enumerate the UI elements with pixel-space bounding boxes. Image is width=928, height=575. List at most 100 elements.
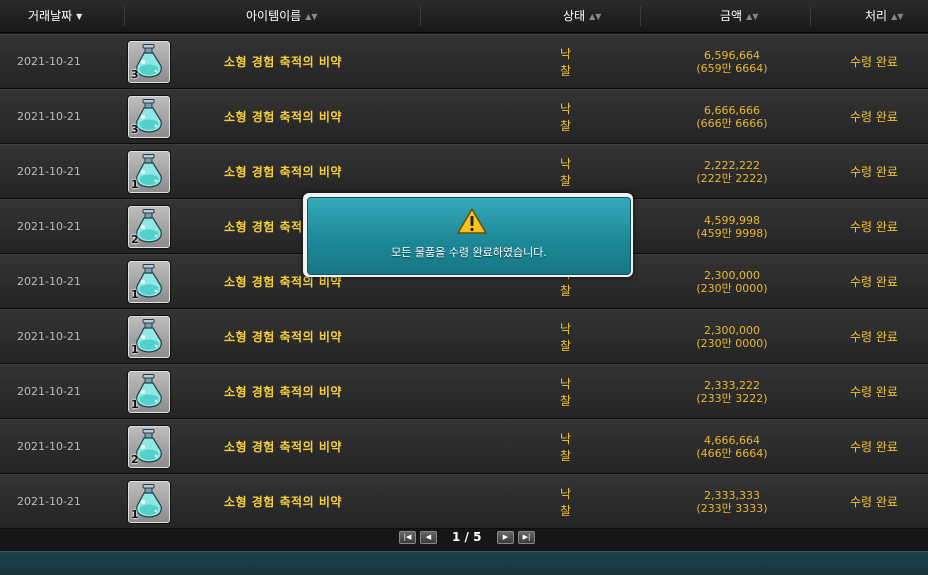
footer-bar (0, 551, 928, 575)
item-name[interactable]: 소형 경험 축적의 비약 (224, 420, 342, 473)
item-name[interactable]: 소형 경험 축적의 비약 (224, 90, 342, 143)
next-page-button[interactable]: ▶ (497, 531, 514, 544)
item-quantity: 1 (131, 508, 139, 521)
process-status: 수령 완료 (850, 385, 898, 399)
amount-cell: 6,666,666 (666만 6666) (672, 90, 792, 143)
amount-korean: (466만 6664) (696, 446, 768, 460)
process-status: 수령 완료 (850, 55, 898, 69)
amount-value: 2,333,333 (704, 488, 760, 502)
header-divider (124, 6, 125, 26)
sort-arrows-icon[interactable]: ▲▼ (305, 1, 317, 33)
item-name[interactable]: 소형 경험 축적의 비약 (224, 475, 342, 528)
header-divider (810, 6, 811, 26)
col-status-header[interactable]: 상태 ▲▼ (563, 0, 601, 32)
item-name[interactable]: 소형 경험 축적의 비약 (224, 35, 342, 88)
amount-value: 2,300,000 (704, 268, 760, 282)
sort-arrows-icon[interactable]: ▲▼ (891, 1, 903, 33)
amount-korean: (459만 9998) (696, 226, 768, 240)
row-date: 2021-10-21 (17, 330, 81, 343)
item-slot[interactable]: 2 (128, 206, 170, 248)
amount-value: 2,222,222 (704, 158, 760, 172)
process-status: 수령 완료 (850, 330, 898, 344)
notice-dialog[interactable]: 모든 물품을 수령 완료하였습니다. (303, 193, 633, 277)
warning-triangle-icon (457, 208, 487, 234)
item-slot[interactable]: 1 (128, 316, 170, 358)
table-row: 2021-10-21 3 소형 경험 축적의 비약 낙찰 6,596,664 (… (0, 34, 928, 89)
sort-desc-icon[interactable]: ▼ (76, 1, 82, 33)
status-text: 낙찰 (560, 101, 572, 133)
status-text: 낙찰 (560, 376, 572, 408)
page-indicator: 1 / 5 (452, 530, 482, 544)
notice-dialog-body: 모든 물품을 수령 완료하였습니다. (307, 197, 631, 275)
col-date-header[interactable]: 거래날짜 ▼ (28, 0, 82, 32)
col-item-header[interactable]: 아이템이름 ▲▼ (246, 0, 318, 32)
prev-page-button[interactable]: ◀ (420, 531, 437, 544)
item-name[interactable]: 소형 경험 축적의 비약 (224, 365, 342, 418)
row-date: 2021-10-21 (17, 385, 81, 398)
table-row: 2021-10-21 1 소형 경험 축적의 비약 낙찰 2,300,000 (… (0, 309, 928, 364)
amount-cell: 2,222,222 (222만 2222) (672, 145, 792, 198)
sort-arrows-icon[interactable]: ▲▼ (746, 1, 758, 33)
item-name[interactable]: 소형 경험 축적의 비약 (224, 145, 342, 198)
amount-cell: 2,333,333 (233만 3333) (672, 475, 792, 528)
pagination: |◀ ◀ 1 / 5 ▶ ▶| (0, 527, 928, 549)
item-quantity: 1 (131, 288, 139, 301)
item-quantity: 1 (131, 343, 139, 356)
amount-korean: (230만 0000) (696, 336, 768, 350)
item-quantity: 2 (131, 233, 139, 246)
amount-korean: (222만 2222) (696, 171, 768, 185)
row-date: 2021-10-21 (17, 275, 81, 288)
process-status: 수령 완료 (850, 495, 898, 509)
amount-value: 6,666,666 (704, 103, 760, 117)
col-process-header[interactable]: 처리 ▲▼ (865, 0, 903, 32)
process-status: 수령 완료 (850, 110, 898, 124)
item-slot[interactable]: 3 (128, 41, 170, 83)
amount-korean: (233만 3333) (696, 501, 768, 515)
process-status: 수령 완료 (850, 440, 898, 454)
amount-cell: 6,596,664 (659만 6664) (672, 35, 792, 88)
row-date: 2021-10-21 (17, 110, 81, 123)
amount-korean: (659만 6664) (696, 61, 768, 75)
table-row: 2021-10-21 1 소형 경험 축적의 비약 낙찰 2,222,222 (… (0, 144, 928, 199)
table-row: 2021-10-21 1 소형 경험 축적의 비약 낙찰 2,333,333 (… (0, 474, 928, 529)
amount-korean: (666만 6666) (696, 116, 768, 130)
item-slot[interactable]: 1 (128, 371, 170, 413)
table-header: 거래날짜 ▼ 아이템이름 ▲▼ 상태 ▲▼ 금액 ▲▼ 처리 ▲▼ (0, 0, 928, 33)
amount-cell: 4,599,998 (459만 9998) (672, 200, 792, 253)
amount-cell: 2,300,000 (230만 0000) (672, 310, 792, 363)
row-date: 2021-10-21 (17, 220, 81, 233)
amount-value: 2,333,222 (704, 378, 760, 392)
amount-korean: (233만 3222) (696, 391, 768, 405)
notice-message: 모든 물품을 수령 완료하였습니다. (391, 246, 547, 259)
item-slot[interactable]: 3 (128, 96, 170, 138)
status-text: 낙찰 (560, 156, 572, 188)
last-page-button[interactable]: ▶| (518, 531, 535, 544)
amount-cell: 2,300,000 (230만 0000) (672, 255, 792, 308)
item-slot[interactable]: 2 (128, 426, 170, 468)
item-slot[interactable]: 1 (128, 261, 170, 303)
table-row: 2021-10-21 2 소형 경험 축적의 비약 낙찰 4,666,664 (… (0, 419, 928, 474)
process-status: 수령 완료 (850, 165, 898, 179)
first-page-button[interactable]: |◀ (399, 531, 416, 544)
item-slot[interactable]: 1 (128, 151, 170, 193)
process-status: 수령 완료 (850, 275, 898, 289)
item-quantity: 3 (131, 123, 139, 136)
item-quantity: 1 (131, 178, 139, 191)
item-slot[interactable]: 1 (128, 481, 170, 523)
col-amount-header[interactable]: 금액 ▲▼ (720, 0, 758, 32)
sort-arrows-icon[interactable]: ▲▼ (589, 1, 601, 33)
header-divider (640, 6, 641, 26)
table-row: 2021-10-21 1 소형 경험 축적의 비약 낙찰 2,333,222 (… (0, 364, 928, 419)
status-text: 낙찰 (560, 46, 572, 78)
header-divider (420, 6, 421, 26)
row-date: 2021-10-21 (17, 440, 81, 453)
amount-value: 4,666,664 (704, 433, 760, 447)
item-quantity: 1 (131, 398, 139, 411)
item-name[interactable]: 소형 경험 축적의 비약 (224, 310, 342, 363)
item-quantity: 3 (131, 68, 139, 81)
amount-cell: 2,333,222 (233만 3222) (672, 365, 792, 418)
amount-value: 6,596,664 (704, 48, 760, 62)
status-text: 낙찰 (560, 486, 572, 518)
amount-korean: (230만 0000) (696, 281, 768, 295)
amount-value: 2,300,000 (704, 323, 760, 337)
